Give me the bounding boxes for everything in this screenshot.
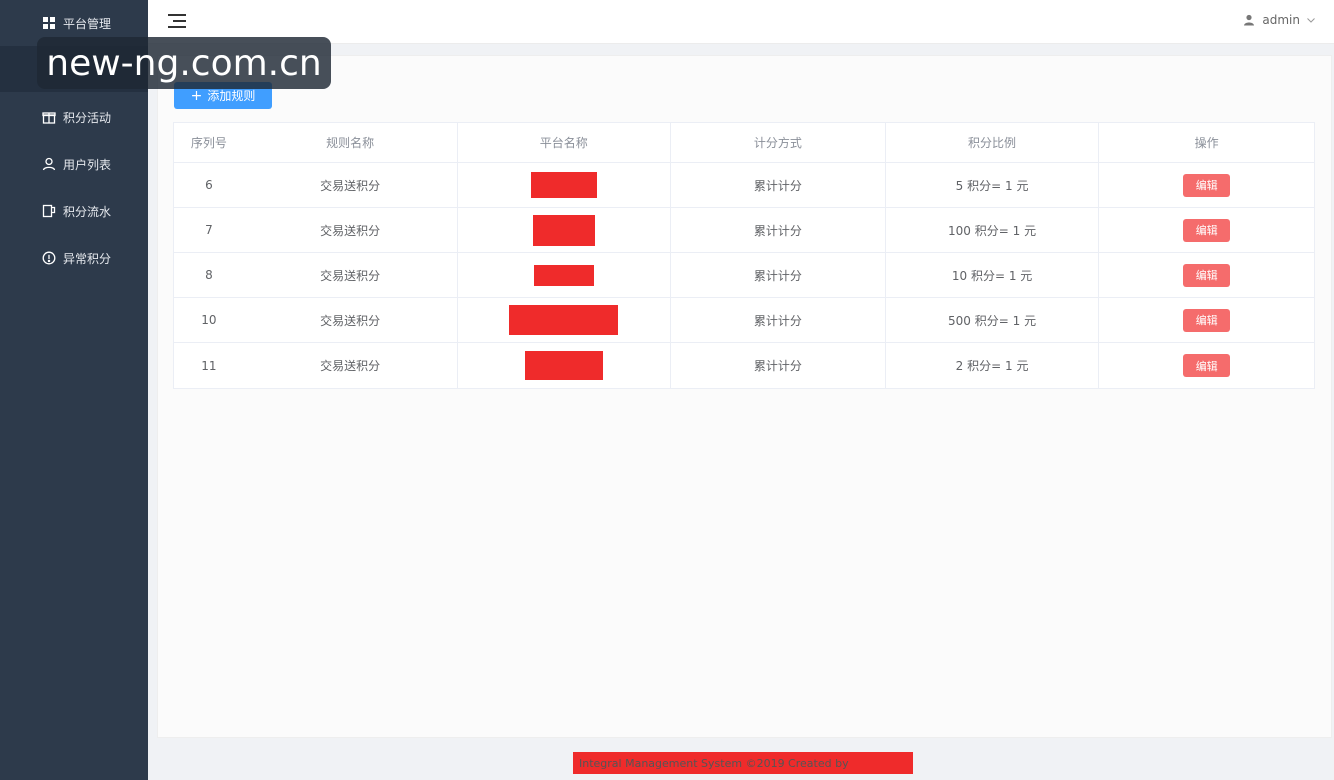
column-header-rule-name: 规则名称 — [244, 123, 458, 162]
cell-id: 7 — [205, 223, 213, 237]
cell-actions: 编辑 — [1099, 208, 1314, 252]
cell-scoring-method: 累计计分 — [671, 163, 886, 207]
cell-actions: 编辑 — [1099, 163, 1314, 207]
grid-icon — [41, 15, 57, 31]
cell-platform-name — [458, 298, 672, 342]
edit-button[interactable]: 编辑 — [1183, 354, 1231, 377]
sidebar-item-label: 用户列表 — [63, 157, 112, 172]
table-row: 7 交易送积分 累计计分 100 积分= 1 元 编辑 — [174, 208, 1314, 253]
column-header-points-ratio: 积分比例 — [886, 123, 1100, 162]
sidebar-item-abnormal-points[interactable]: 异常积分 — [0, 235, 148, 281]
user-menu[interactable]: admin — [1243, 13, 1316, 27]
redacted-block — [524, 351, 603, 380]
cell-id: 11 — [201, 358, 217, 373]
cell-points-ratio: 5 积分= 1 元 — [886, 163, 1100, 207]
table-row: 8 交易送积分 累计计分 10 积分= 1 元 编辑 — [174, 253, 1314, 298]
sidebar-item-user-list[interactable]: 用户列表 — [0, 141, 148, 187]
column-header-platform-name: 平台名称 — [458, 123, 672, 162]
redacted-block — [533, 264, 594, 286]
cell-points-ratio: 500 积分= 1 元 — [886, 298, 1100, 342]
sidebar-item-label: 积分活动 — [63, 110, 112, 125]
table-row: 6 交易送积分 累计计分 5 积分= 1 元 编辑 — [174, 163, 1314, 208]
cell-platform-name — [458, 343, 672, 388]
edit-button[interactable]: 编辑 — [1183, 263, 1231, 287]
sidebar-item-label: 平台管理 — [63, 16, 112, 31]
watermark: new-ng.com.cn — [37, 37, 331, 89]
user-avatar-icon — [1244, 14, 1255, 26]
sidebar-item-points-activity[interactable]: 积分活动 — [0, 94, 148, 140]
cell-scoring-method: 累计计分 — [671, 253, 886, 297]
redacted-block — [509, 305, 619, 335]
cell-rule-name: 交易送积分 — [244, 253, 458, 297]
cell-points-ratio: 2 积分= 1 元 — [886, 343, 1100, 388]
cell-platform-name — [458, 253, 672, 297]
menu-toggle-icon[interactable] — [168, 13, 186, 29]
cell-platform-name — [458, 208, 672, 252]
sidebar-item-label: 积分流水 — [63, 204, 112, 219]
cell-rule-name: 交易送积分 — [244, 163, 458, 207]
alert-circle-icon — [41, 250, 57, 266]
ledger-icon — [41, 203, 57, 219]
edit-button[interactable]: 编辑 — [1183, 218, 1231, 242]
cell-rule-name: 交易送积分 — [244, 208, 458, 252]
chevron-down-icon — [1307, 18, 1315, 23]
column-header-scoring-method: 计分方式 — [671, 123, 886, 162]
cell-actions: 编辑 — [1099, 298, 1314, 342]
cell-id: 10 — [201, 313, 217, 327]
cell-id: 8 — [205, 268, 213, 282]
table-row: 11 交易送积分 累计计分 2 积分= 1 元 编辑 — [174, 343, 1314, 388]
cell-actions: 编辑 — [1099, 253, 1314, 297]
cell-actions: 编辑 — [1099, 343, 1314, 388]
cell-scoring-method: 累计计分 — [671, 343, 886, 388]
table-header-row: 序列号 规则名称 平台名称 计分方式 积分比例 操作 — [174, 123, 1314, 163]
cell-platform-name — [458, 163, 672, 207]
column-header-actions: 操作 — [1194, 136, 1219, 150]
edit-button[interactable]: 编辑 — [1183, 308, 1231, 332]
cell-scoring-method: 累计计分 — [671, 208, 886, 252]
cell-rule-name: 交易送积分 — [244, 343, 458, 388]
gift-icon — [41, 109, 57, 125]
column-header-id: 序列号 — [190, 136, 227, 150]
username: admin — [1262, 13, 1300, 27]
cell-id: 6 — [205, 178, 213, 192]
rules-table: 序列号 规则名称 平台名称 计分方式 积分比例 操作 6 交易送积分 累计计分 … — [173, 122, 1315, 389]
redacted-block — [530, 172, 597, 198]
edit-button[interactable]: 编辑 — [1183, 173, 1231, 197]
plus-icon: + — [190, 87, 203, 104]
cell-points-ratio: 10 积分= 1 元 — [886, 253, 1100, 297]
user-icon — [41, 156, 57, 172]
redacted-block — [532, 214, 595, 246]
cell-rule-name: 交易送积分 — [244, 298, 458, 342]
cell-points-ratio: 100 积分= 1 元 — [886, 208, 1100, 252]
sidebar-item-label: 异常积分 — [63, 251, 112, 266]
add-rule-label: 添加规则 — [207, 89, 256, 103]
table-row: 10 交易送积分 累计计分 500 积分= 1 元 编辑 — [174, 298, 1314, 343]
footer-copyright: Integral Management System ©2019 Created… — [573, 752, 913, 774]
sidebar: 平台管理 积分活动 用户列表 积分流水 异常积分 — [0, 0, 148, 780]
sidebar-item-points-ledger[interactable]: 积分流水 — [0, 188, 148, 234]
cell-scoring-method: 累计计分 — [671, 298, 886, 342]
